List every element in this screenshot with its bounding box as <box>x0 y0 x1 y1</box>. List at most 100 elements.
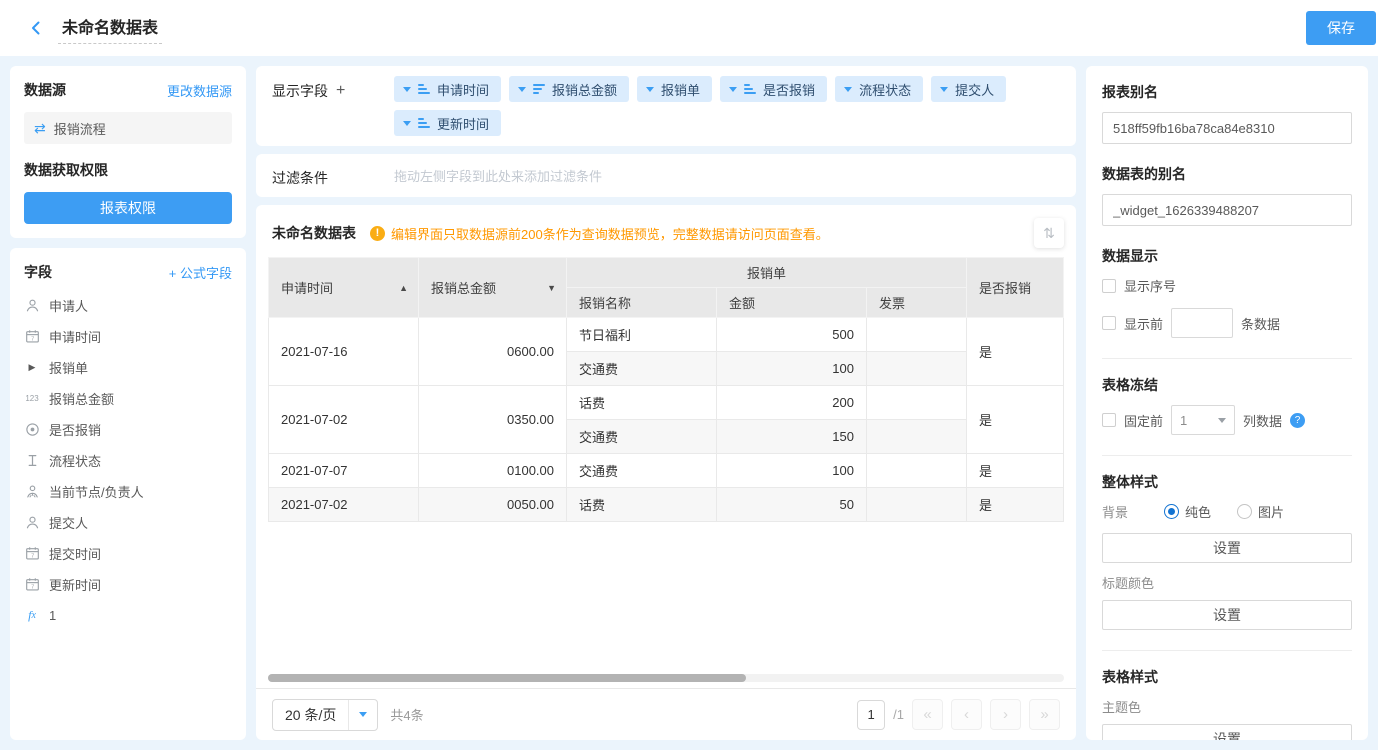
chevron-down-icon <box>940 87 948 92</box>
content: 数据源 更改数据源 ⇄ 报销流程 数据获取权限 报表权限 字段 + 公式字段 申… <box>0 56 1378 750</box>
calendar-icon: 7 <box>24 329 40 345</box>
table-row[interactable]: 2021-07-16 0600.00 节日福利 500 是 <box>269 318 1064 352</box>
chevron-down-icon <box>403 121 411 126</box>
sort-asc-arrow-icon[interactable]: ▲ <box>399 283 408 293</box>
chip-is-reimbursed[interactable]: 是否报销 <box>720 76 827 102</box>
chip-apply-time[interactable]: 申请时间 <box>394 76 501 102</box>
first-page-button[interactable]: « <box>912 699 943 730</box>
chevron-down-icon <box>1218 418 1226 423</box>
sort-asc-icon <box>418 118 430 128</box>
main-area: 显示字段 + 申请时间 报销总金额 报销单 是否报销 流程状态 提交人 更新时间… <box>256 66 1076 740</box>
filter-dropzone[interactable]: 拖动左侧字段到此处来添加过滤条件 <box>394 166 602 185</box>
table-alias-input[interactable] <box>1102 194 1352 226</box>
theme-color-set-button[interactable]: 设置 <box>1102 724 1352 740</box>
show-first-checkbox[interactable] <box>1102 316 1116 330</box>
divider <box>1102 358 1352 359</box>
datasource-item-label: 报销流程 <box>54 119 106 138</box>
field-item-flow-status[interactable]: 流程状态 <box>24 445 232 476</box>
table-row[interactable]: 2021-07-02 0050.00 话费 50 是 <box>269 488 1064 522</box>
save-button[interactable]: 保存 <box>1306 11 1376 45</box>
bg-solid-radio[interactable] <box>1164 504 1179 519</box>
table-row[interactable]: 2021-07-02 0350.00 话费 200 是 <box>269 386 1064 420</box>
chevron-down-icon <box>518 87 526 92</box>
total-pages: /1 <box>893 707 904 722</box>
change-datasource-link[interactable]: 更改数据源 <box>167 81 232 100</box>
display-fields-card: 显示字段 + 申请时间 报销总金额 报销单 是否报销 流程状态 提交人 更新时间 <box>256 66 1076 146</box>
col-header-expense-group[interactable]: 报销单 <box>567 258 967 288</box>
scrollbar-thumb[interactable] <box>268 674 746 682</box>
next-page-button[interactable]: › <box>990 699 1021 730</box>
table-card: 未命名数据表 ! 编辑界面只取数据源前200条作为查询数据预览，完整数据请访问页… <box>256 205 1076 740</box>
add-formula-field-link[interactable]: + 公式字段 <box>169 263 232 282</box>
topbar: 未命名数据表 保存 <box>0 0 1378 56</box>
field-item-is-reimbursed[interactable]: 是否报销 <box>24 414 232 445</box>
col-header-expense-name[interactable]: 报销名称 <box>567 288 717 318</box>
col-header-is-reimbursed[interactable]: 是否报销 <box>967 258 1064 318</box>
svg-text:7: 7 <box>31 584 34 590</box>
pagination: 1 /1 « ‹ › » <box>857 699 1060 730</box>
expand-triangle-icon: ▶ <box>24 360 40 376</box>
sort-asc-icon <box>744 84 756 94</box>
page-size-select[interactable]: 20 条/页 <box>272 699 378 731</box>
datasource-item[interactable]: ⇄ 报销流程 <box>24 112 232 144</box>
title-color-set-button[interactable]: 设置 <box>1102 600 1352 630</box>
chip-update-time[interactable]: 更新时间 <box>394 110 501 136</box>
col-header-amount[interactable]: 金额 <box>717 288 867 318</box>
field-item-update-time[interactable]: 7 更新时间 <box>24 569 232 600</box>
table-row[interactable]: 2021-07-07 0100.00 交通费 100 是 <box>269 454 1064 488</box>
number-icon: 123 <box>24 391 40 407</box>
last-page-button[interactable]: » <box>1029 699 1060 730</box>
datasource-heading: 数据源 <box>24 80 66 100</box>
table-footer: 20 条/页 共4条 1 /1 « ‹ › » <box>256 688 1076 740</box>
chevron-down-icon <box>359 712 367 717</box>
page-size-value: 20 条/页 <box>273 705 348 725</box>
radio-field-icon <box>24 422 40 438</box>
left-sidebar: 数据源 更改数据源 ⇄ 报销流程 数据获取权限 报表权限 字段 + 公式字段 申… <box>10 66 246 740</box>
bg-solid-label: 纯色 <box>1185 502 1211 521</box>
back-button[interactable] <box>22 14 50 42</box>
bg-image-radio[interactable] <box>1237 504 1252 519</box>
total-count: 共4条 <box>390 705 423 724</box>
sort-order-button[interactable]: ⇅ <box>1034 218 1064 248</box>
show-first-count-input[interactable] <box>1171 308 1233 338</box>
help-icon[interactable]: ? <box>1290 413 1305 428</box>
field-item-current-node[interactable]: 当前节点/负责人 <box>24 476 232 507</box>
current-page-input[interactable]: 1 <box>857 700 885 730</box>
report-permission-button[interactable]: 报表权限 <box>24 192 232 224</box>
calendar-icon: 7 <box>24 577 40 593</box>
add-display-field-icon[interactable]: + <box>336 83 345 99</box>
freeze-count-select[interactable]: 1 <box>1171 405 1235 435</box>
svg-text:7: 7 <box>31 336 34 342</box>
perm-heading: 数据获取权限 <box>24 160 232 180</box>
field-item-apply-time[interactable]: 7 申请时间 <box>24 321 232 352</box>
freeze-checkbox[interactable] <box>1102 413 1116 427</box>
chip-flow-status[interactable]: 流程状态 <box>835 76 923 102</box>
col-header-apply-time[interactable]: 申请时间▲ <box>269 258 419 318</box>
col-header-total-amount[interactable]: 报销总金额▼ <box>419 258 567 318</box>
chip-expense-subform[interactable]: 报销单 <box>637 76 712 102</box>
field-item-applicant[interactable]: 申请人 <box>24 290 232 321</box>
preview-warning: ! 编辑界面只取数据源前200条作为查询数据预览，完整数据请访问页面查看。 <box>370 224 829 243</box>
chip-total-amount[interactable]: 报销总金额 <box>509 76 629 102</box>
chip-submitter[interactable]: 提交人 <box>931 76 1006 102</box>
show-first-suffix: 条数据 <box>1241 314 1280 333</box>
sort-desc-arrow-icon[interactable]: ▼ <box>547 283 556 293</box>
fields-card: 字段 + 公式字段 申请人 7 申请时间 ▶ 报销单 123 报销总金额 是否 <box>10 248 246 740</box>
field-item-submit-time[interactable]: 7 提交时间 <box>24 538 232 569</box>
report-alias-input[interactable] <box>1102 112 1352 144</box>
page-title[interactable]: 未命名数据表 <box>58 12 162 44</box>
chevron-left-icon <box>29 21 43 35</box>
freeze-heading: 表格冻结 <box>1102 375 1352 395</box>
field-item-formula-1[interactable]: fx 1 <box>24 600 232 631</box>
show-index-checkbox[interactable] <box>1102 279 1116 293</box>
prev-page-button[interactable]: ‹ <box>951 699 982 730</box>
field-item-submitter[interactable]: 提交人 <box>24 507 232 538</box>
report-alias-heading: 报表别名 <box>1102 82 1352 102</box>
field-item-total-amount[interactable]: 123 报销总金额 <box>24 383 232 414</box>
sort-desc-icon <box>533 84 545 94</box>
bg-image-label: 图片 <box>1258 502 1284 521</box>
field-item-expense-subform[interactable]: ▶ 报销单 <box>24 352 232 383</box>
svg-text:7: 7 <box>31 553 34 559</box>
background-set-button[interactable]: 设置 <box>1102 533 1352 563</box>
col-header-invoice[interactable]: 发票 <box>867 288 967 318</box>
